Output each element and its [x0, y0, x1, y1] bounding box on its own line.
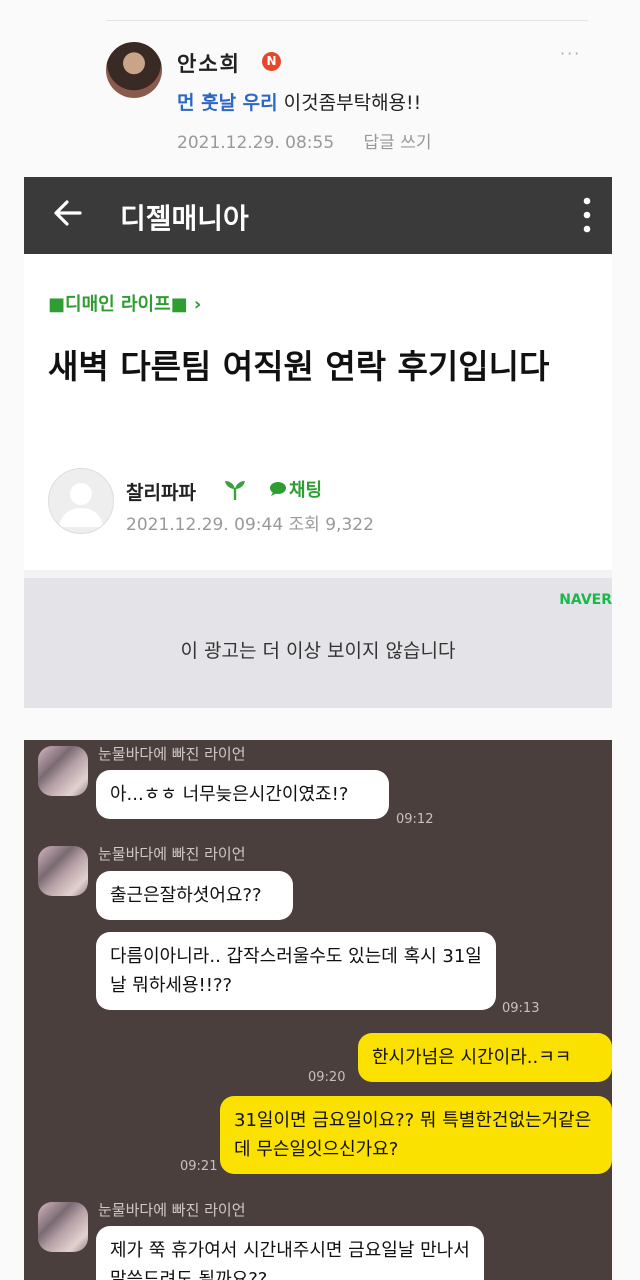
chat-message: 출근은잘하셧어요?? — [96, 871, 293, 920]
comment: 안소희 N ··· 먼 훗날 우리 이것좀부탁해용!! 2021.12.29. … — [0, 0, 640, 175]
naver-logo: NAVER — [559, 592, 612, 608]
chat-message-mine: 한시가넘은 시간이라..ㅋㅋ — [358, 1033, 612, 1082]
category-link[interactable]: ■디매인 라이프■ › — [48, 290, 201, 316]
comment-timestamp: 2021.12.29. 08:55 — [177, 133, 335, 153]
default-profile-icon — [59, 483, 103, 527]
comment-body: 이것좀부탁해용!! — [277, 92, 422, 114]
message-time: 09:12 — [396, 812, 434, 827]
article-meta: 2021.12.29. 09:44 조회 9,322 — [126, 515, 374, 535]
chat-screenshot: 눈물바다에 빠진 라이언 아...ㅎㅎ 너무늦은시간이였죠!? 09:12 눈물… — [24, 740, 612, 1280]
back-arrow-icon[interactable] — [50, 195, 86, 231]
comment-text: 먼 훗날 우리 이것좀부탁해용!! — [177, 88, 421, 115]
sender-name: 눈물바다에 빠진 라이언 — [98, 745, 246, 763]
article-title: 새벽 다른팀 여직원 연락 후기입니다 — [48, 347, 550, 386]
message-time: 09:21 — [180, 1159, 218, 1174]
chat-label: 채팅 — [289, 480, 323, 501]
speech-bubble-icon — [270, 482, 286, 496]
app-title: 디젤매니아 — [120, 202, 249, 235]
ad-banner: NAVER 이 광고는 더 이상 보이지 않습니다 — [24, 570, 612, 708]
sender-name: 눈물바다에 빠진 라이언 — [98, 845, 246, 863]
chat-message: 다름이아니라.. 갑작스러울수도 있는데 혹시 31일날 뭐하세용!!?? — [96, 932, 496, 1010]
sender-avatar — [38, 1202, 88, 1252]
sprout-icon — [225, 481, 245, 500]
comment-meta: 2021.12.29. 08:55 답글 쓰기 — [177, 128, 432, 153]
author-name[interactable]: 찰리파파 — [126, 478, 196, 505]
message-time: 09:13 — [502, 1001, 540, 1016]
chat-message: 아...ㅎㅎ 너무늦은시간이였죠!? — [96, 770, 389, 819]
mention-link[interactable]: 먼 훗날 우리 — [177, 92, 278, 114]
ad-hidden-message: 이 광고는 더 이상 보이지 않습니다 — [180, 640, 456, 662]
commenter-avatar[interactable] — [106, 42, 162, 98]
sender-avatar — [38, 746, 88, 796]
chat-message-mine: 31일이면 금요일이요?? 뭐 특별한건없는거같은데 무슨일잇으신가요? — [220, 1096, 612, 1174]
author-avatar[interactable] — [48, 468, 114, 534]
chat-message: 제가 쭉 휴가여서 시간내주시면 금요일날 만나서 말씀드려도 될까요?? — [96, 1226, 484, 1280]
app-bar: 디젤매니아 — [24, 177, 612, 254]
reply-button[interactable]: 답글 쓰기 — [364, 133, 432, 153]
kebab-menu-icon[interactable] — [582, 195, 592, 235]
chat-button[interactable]: 채팅 — [269, 476, 322, 502]
sender-avatar — [38, 846, 88, 896]
new-badge: N — [262, 52, 281, 71]
commenter-name[interactable]: 안소희 — [177, 48, 241, 78]
message-time: 09:20 — [308, 1070, 346, 1085]
article-header: ■디매인 라이프■ › 새벽 다른팀 여직원 연락 후기입니다 찰리파파 채팅 … — [24, 254, 612, 570]
sender-name: 눈물바다에 빠진 라이언 — [98, 1201, 246, 1219]
more-options-icon[interactable]: ··· — [560, 44, 581, 63]
